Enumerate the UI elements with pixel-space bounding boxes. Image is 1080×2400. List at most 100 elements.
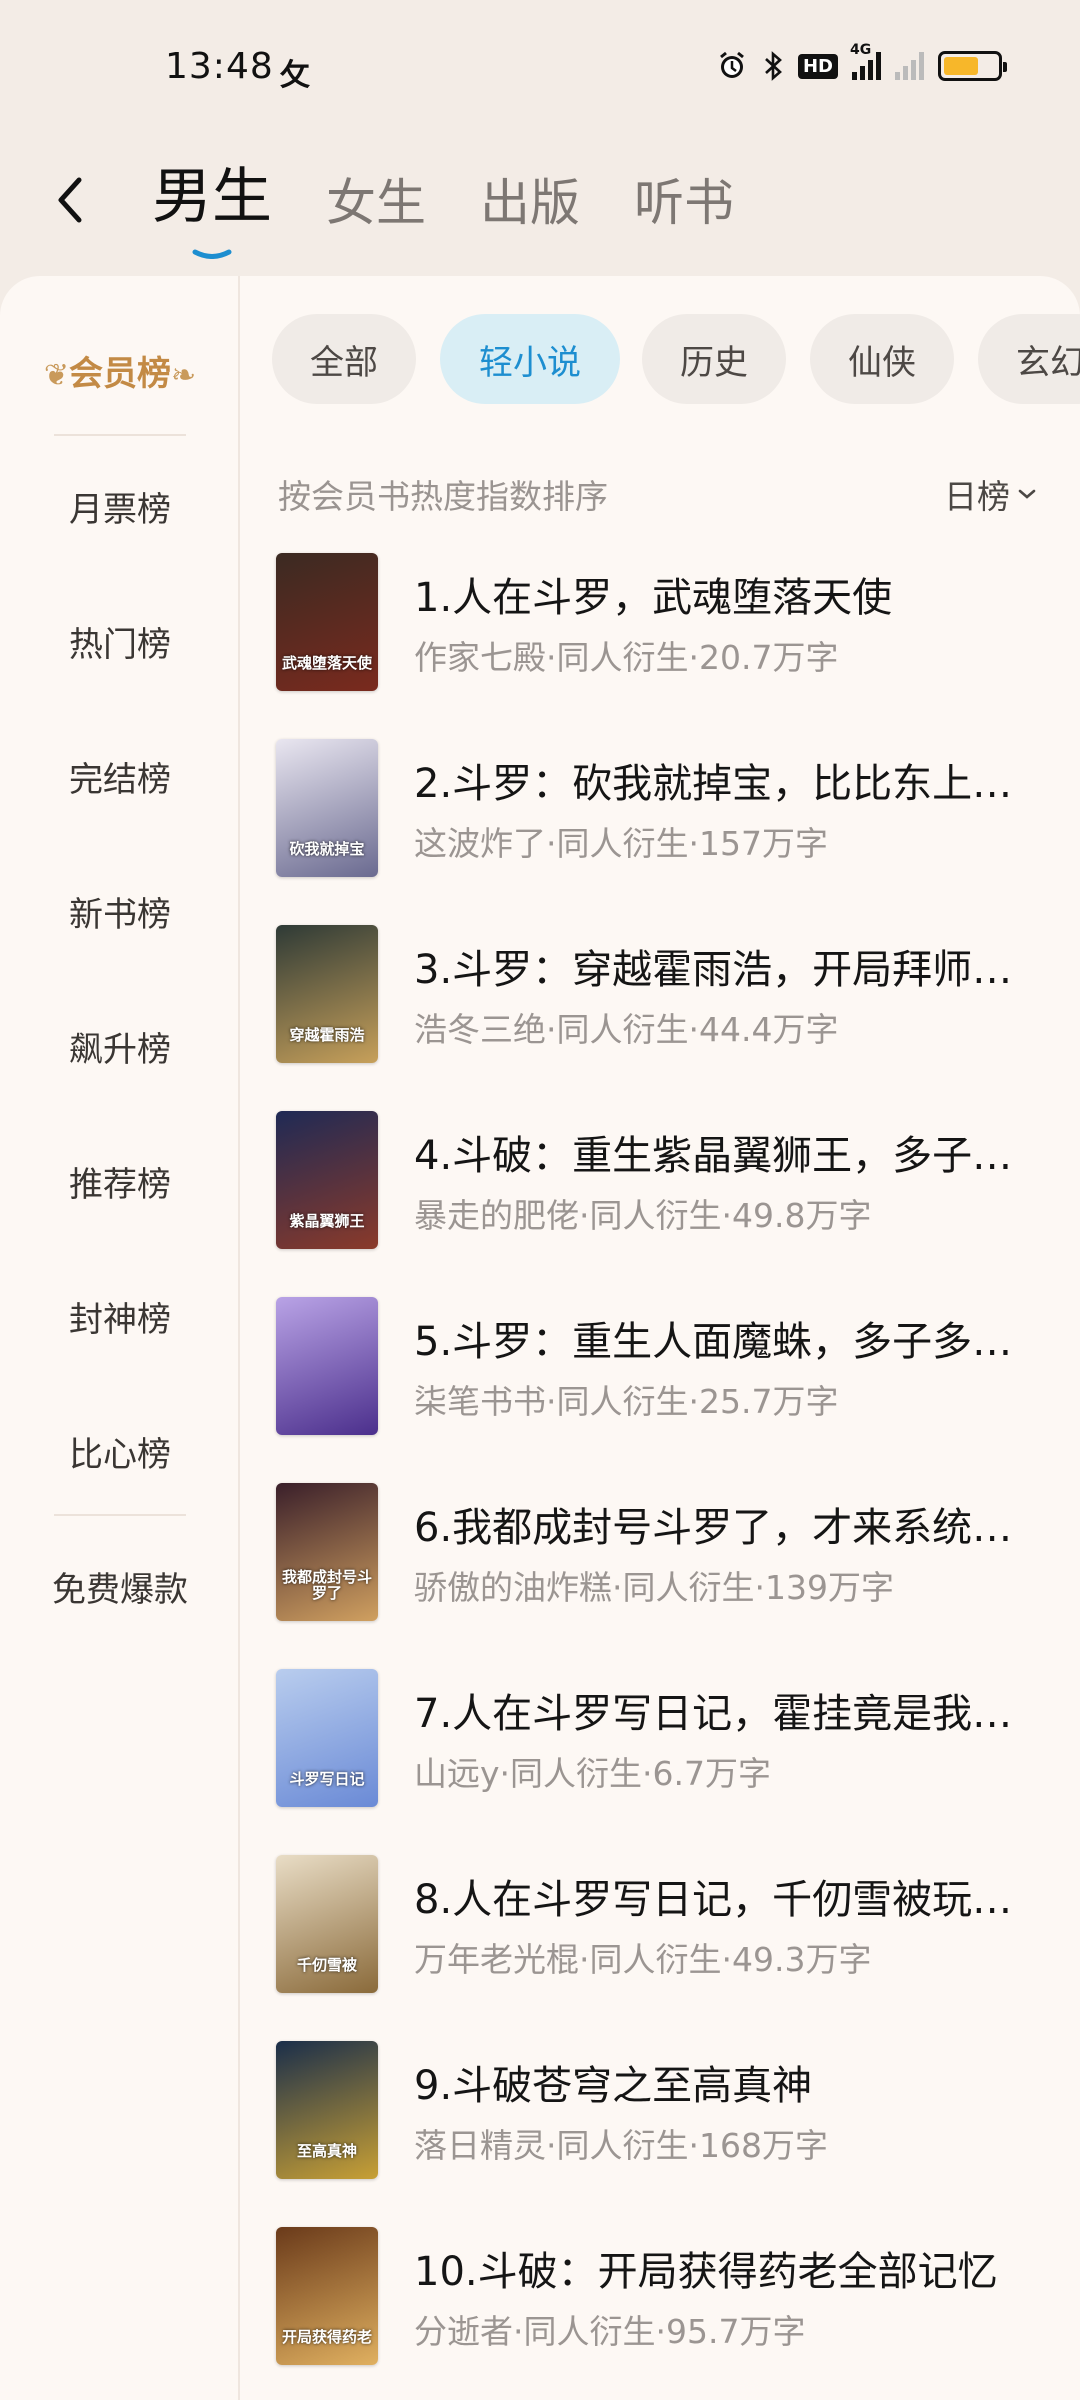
book-cover[interactable]: 千仞雪被 bbox=[276, 1855, 378, 1993]
book-title: 8.人在斗罗写日记，千仞雪被玩… bbox=[414, 1877, 1013, 1923]
alarm-icon bbox=[716, 50, 748, 82]
book-meta: 作家七殿·同人衍生·20.7万字 bbox=[414, 638, 839, 677]
sidebar-item-god[interactable]: 封神榜 bbox=[0, 1292, 240, 1341]
book-item[interactable]: 5.斗罗：重生人面魔蛛，多子多… 柒笔书书·同人衍生·25.7万字 bbox=[276, 1297, 1056, 1437]
header: 男生 女生 出版 听书 bbox=[0, 140, 1080, 270]
book-item[interactable]: 武魂堕落天使 1.人在斗罗，武魂堕落天使作家七殿·同人衍生·20.7万字 bbox=[276, 553, 1056, 693]
sidebar-item-member[interactable]: ❦会员榜❧ bbox=[0, 346, 240, 395]
sidebar-item-heart[interactable]: 比心榜 bbox=[0, 1427, 240, 1476]
book-item[interactable]: 开局获得药老 10.斗破：开局获得药老全部记忆分逝者·同人衍生·95.7万字 bbox=[276, 2227, 1056, 2367]
sidebar-item-new[interactable]: 新书榜 bbox=[0, 887, 240, 936]
book-title: 3.斗罗：穿越霍雨浩，开局拜师… bbox=[414, 947, 1013, 993]
book-meta: 骄傲的油炸糕·同人衍生·139万字 bbox=[414, 1568, 894, 1607]
sidebar-item-monthly-ticket[interactable]: 月票榜 bbox=[0, 482, 240, 531]
tab-label: 男生 bbox=[152, 162, 272, 232]
cover-title-text: 砍我就掉宝 bbox=[289, 840, 365, 858]
category-history[interactable]: 历史 bbox=[642, 314, 786, 404]
book-title: 10.斗破：开局获得药老全部记忆 bbox=[414, 2249, 998, 2295]
tab-male[interactable]: 男生 bbox=[152, 148, 272, 259]
signal-icon bbox=[895, 52, 924, 80]
category-chips: 全部 轻小说 历史 仙侠 玄幻 bbox=[272, 314, 1080, 404]
tab-publish[interactable]: 出版 bbox=[480, 163, 580, 259]
cover-title-text: 千仞雪被 bbox=[296, 1956, 357, 1974]
book-meta: 暴走的肥佬·同人衍生·49.8万字 bbox=[414, 1196, 872, 1235]
book-cover[interactable]: 穿越霍雨浩 bbox=[276, 925, 378, 1063]
laurel-left-icon: ❦ bbox=[43, 358, 69, 393]
book-title: 4.斗破：重生紫晶翼狮王，多子… bbox=[414, 1133, 1013, 1179]
category-all[interactable]: 全部 bbox=[272, 314, 416, 404]
book-title: 1.人在斗罗，武魂堕落天使 bbox=[414, 575, 893, 621]
book-item[interactable]: 斗罗写日记 7.人在斗罗写日记，霍挂竟是我… 山远y·同人衍生·6.7万字 bbox=[276, 1669, 1056, 1809]
category-light-novel[interactable]: 轻小说 bbox=[440, 314, 620, 404]
tab-underline bbox=[192, 249, 232, 259]
hd-icon: HD bbox=[797, 53, 838, 79]
category-fantasy[interactable]: 玄幻 bbox=[978, 314, 1080, 404]
cover-title-text: 我都成封号斗罗了 bbox=[281, 1568, 372, 1602]
sidebar-item-recommend[interactable]: 推荐榜 bbox=[0, 1157, 240, 1206]
tab-audiobook[interactable]: 听书 bbox=[634, 163, 734, 259]
status-bar: 13:48 攵 HD 4G bbox=[0, 0, 1080, 140]
book-meta: 分逝者·同人衍生·95.7万字 bbox=[414, 2312, 806, 2351]
cover-title-text: 穿越霍雨浩 bbox=[289, 1026, 365, 1044]
sidebar-item-completed[interactable]: 完结榜 bbox=[0, 752, 240, 801]
book-meta: 这波炸了·同人衍生·157万字 bbox=[414, 824, 828, 863]
signal-4g-icon: 4G bbox=[850, 42, 881, 80]
gender-tabs: 男生 女生 出版 听书 bbox=[152, 148, 734, 259]
sidebar-divider bbox=[54, 434, 186, 436]
chevron-down-icon bbox=[1018, 489, 1036, 499]
book-item[interactable]: 砍我就掉宝 2.斗罗：砍我就掉宝，比比东上… 这波炸了·同人衍生·157万字 bbox=[276, 739, 1056, 879]
content-panel: ❦会员榜❧ 月票榜 热门榜 完结榜 新书榜 飙升榜 推荐榜 封神榜 比心榜 免费… bbox=[0, 276, 1080, 2400]
book-title: 2.斗罗：砍我就掉宝，比比东上… bbox=[414, 761, 1013, 807]
cover-title-text: 斗罗写日记 bbox=[289, 1770, 365, 1788]
tab-female[interactable]: 女生 bbox=[326, 163, 426, 259]
book-item[interactable]: 我都成封号斗罗了 6.我都成封号斗罗了，才来系统… 骄傲的油炸糕·同人衍生·139万… bbox=[276, 1483, 1056, 1623]
book-cover[interactable] bbox=[276, 1297, 378, 1435]
tab-label: 听书 bbox=[634, 174, 734, 232]
book-title: 6.我都成封号斗罗了，才来系统… bbox=[414, 1505, 1013, 1551]
back-button[interactable] bbox=[40, 160, 100, 240]
book-cover[interactable]: 武魂堕落天使 bbox=[276, 553, 378, 691]
category-xianxia[interactable]: 仙侠 bbox=[810, 314, 954, 404]
battery-icon bbox=[938, 51, 1007, 81]
book-item[interactable]: 千仞雪被 8.人在斗罗写日记，千仞雪被玩… 万年老光棍·同人衍生·49.3万字 bbox=[276, 1855, 1056, 1995]
book-cover[interactable]: 开局获得药老 bbox=[276, 2227, 378, 2365]
book-meta: 柒笔书书·同人衍生·25.7万字 bbox=[414, 1382, 839, 1421]
book-meta: 万年老光棍·同人衍生·49.3万字 bbox=[414, 1940, 872, 1979]
sidebar-item-label: 会员榜 bbox=[69, 354, 171, 394]
tab-label: 出版 bbox=[480, 174, 580, 232]
ranking-sidebar: ❦会员榜❧ 月票榜 热门榜 完结榜 新书榜 飙升榜 推荐榜 封神榜 比心榜 免费… bbox=[0, 276, 240, 2400]
book-cover[interactable]: 砍我就掉宝 bbox=[276, 739, 378, 877]
cover-title-text: 紫晶翼狮王 bbox=[289, 1212, 365, 1230]
cover-title-text: 开局获得药老 bbox=[281, 2328, 372, 2346]
period-label: 日榜 bbox=[944, 477, 1010, 516]
network-label: 4G bbox=[850, 42, 872, 58]
book-cover[interactable]: 斗罗写日记 bbox=[276, 1669, 378, 1807]
tab-label: 女生 bbox=[326, 174, 426, 232]
bluetooth-icon bbox=[762, 50, 784, 82]
status-icons: HD 4G bbox=[716, 42, 1007, 82]
sidebar-divider bbox=[54, 1514, 186, 1516]
book-cover[interactable]: 紫晶翼狮王 bbox=[276, 1111, 378, 1249]
book-cover[interactable]: 至高真神 bbox=[276, 2041, 378, 2179]
book-meta: 山远y·同人衍生·6.7万字 bbox=[414, 1754, 771, 1793]
book-item[interactable]: 至高真神 9.斗破苍穹之至高真神落日精灵·同人衍生·168万字 bbox=[276, 2041, 1056, 2181]
sidebar-item-rising[interactable]: 飙升榜 bbox=[0, 1022, 240, 1071]
book-title: 5.斗罗：重生人面魔蛛，多子多… bbox=[414, 1319, 1013, 1365]
book-item[interactable]: 穿越霍雨浩 3.斗罗：穿越霍雨浩，开局拜师… 浩冬三绝·同人衍生·44.4万字 bbox=[276, 925, 1056, 1065]
book-title: 7.人在斗罗写日记，霍挂竟是我… bbox=[414, 1691, 1013, 1737]
notification-icon: 攵 bbox=[280, 58, 310, 93]
sidebar-item-hot[interactable]: 热门榜 bbox=[0, 617, 240, 666]
laurel-right-icon: ❧ bbox=[171, 358, 197, 393]
period-selector[interactable]: 日榜 bbox=[944, 470, 1038, 518]
cover-title-text: 至高真神 bbox=[296, 2142, 357, 2160]
sort-row: 按会员书热度指数排序 日榜 bbox=[278, 464, 1038, 524]
sort-description: 按会员书热度指数排序 bbox=[278, 477, 608, 516]
book-item[interactable]: 紫晶翼狮王 4.斗破：重生紫晶翼狮王，多子… 暴走的肥佬·同人衍生·49.8万字 bbox=[276, 1111, 1056, 1251]
book-cover[interactable]: 我都成封号斗罗了 bbox=[276, 1483, 378, 1621]
sidebar-item-free-hits[interactable]: 免费爆款 bbox=[0, 1562, 240, 1611]
status-time: 13:48 bbox=[165, 46, 274, 87]
book-meta: 浩冬三绝·同人衍生·44.4万字 bbox=[414, 1010, 839, 1049]
book-title: 9.斗破苍穹之至高真神 bbox=[414, 2063, 813, 2109]
book-meta: 落日精灵·同人衍生·168万字 bbox=[414, 2126, 828, 2165]
chevron-left-icon bbox=[58, 177, 82, 223]
